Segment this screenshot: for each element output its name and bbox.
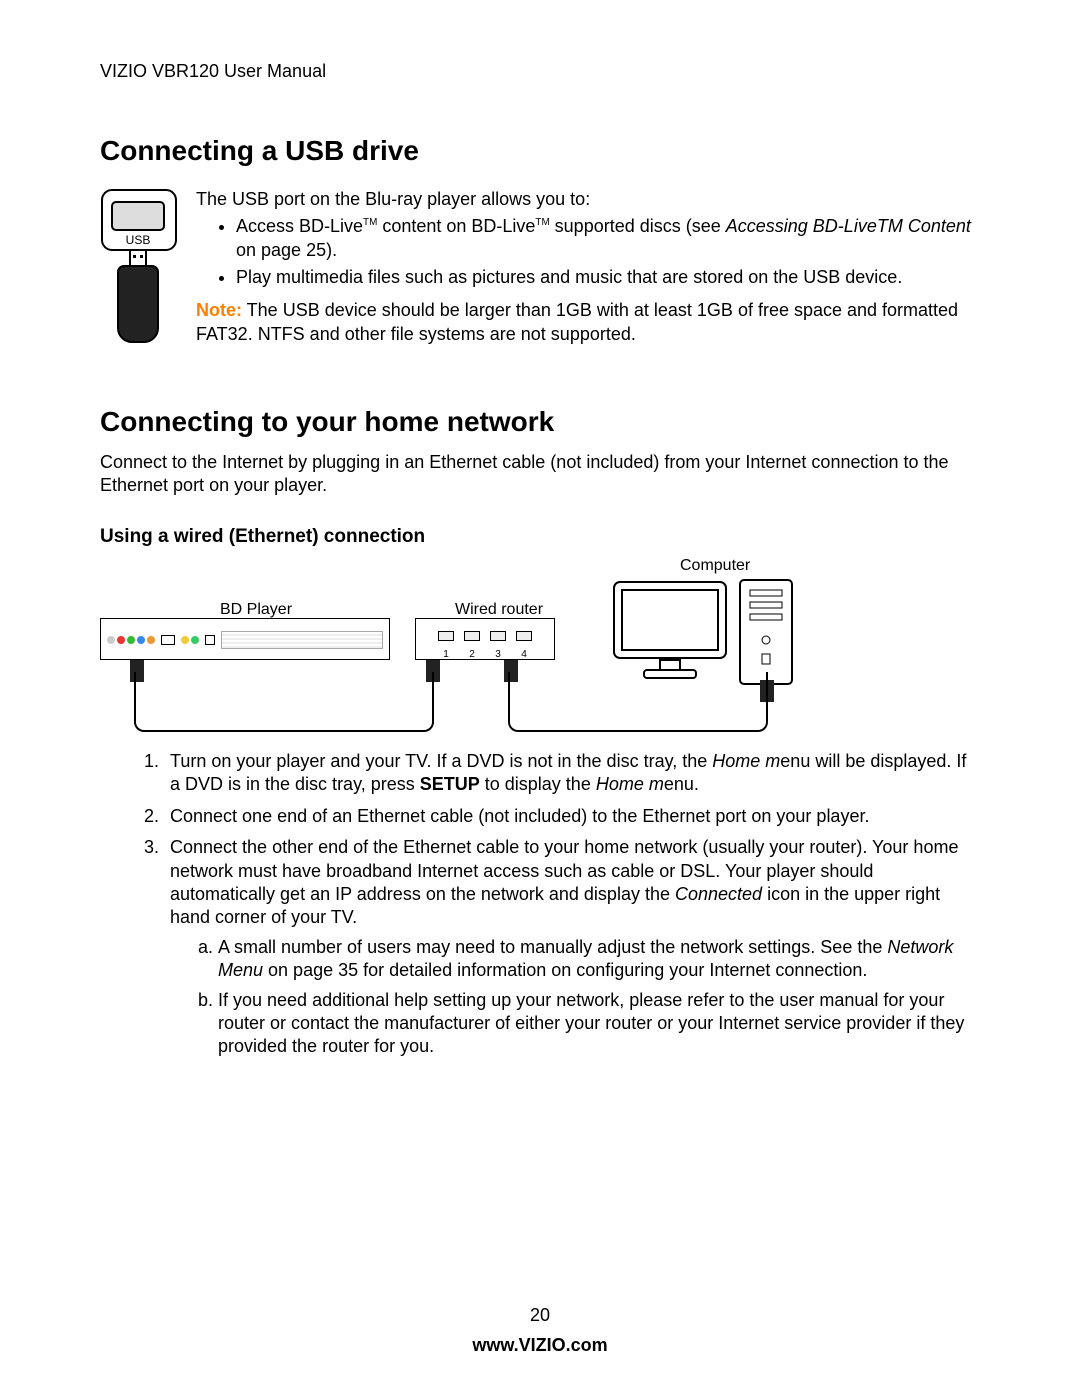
usb-note: Note: The USB device should be larger th… <box>196 299 980 346</box>
usb-port-label: USB <box>126 233 151 247</box>
cable-bd-router <box>134 672 434 732</box>
step-3a: A small number of users may need to manu… <box>218 936 980 983</box>
heading-usb: Connecting a USB drive <box>100 133 980 169</box>
usb-intro: The USB port on the Blu-ray player allow… <box>196 188 980 211</box>
usb-bullet-1: Access BD-LiveTM content on BD-LiveTM su… <box>236 215 980 262</box>
heading-network: Connecting to your home network <box>100 404 980 440</box>
subheading-wired: Using a wired (Ethernet) connection <box>100 525 980 550</box>
bd-player-icon <box>100 618 390 660</box>
network-intro: Connect to the Internet by plugging in a… <box>100 451 980 498</box>
usb-section: USB The USB port on the Blu-ray player a… <box>100 188 980 354</box>
footer-url: www.VIZIO.com <box>0 1334 1080 1357</box>
step-2: Connect one end of an Ethernet cable (no… <box>164 805 980 828</box>
router-icon: 1234 <box>415 618 555 660</box>
doc-header: VIZIO VBR120 User Manual <box>100 60 980 83</box>
label-computer: Computer <box>680 556 750 577</box>
cable-router-computer <box>508 672 768 732</box>
step-3: Connect the other end of the Ethernet ca… <box>164 836 980 1059</box>
network-diagram: Computer BD Player Wired router 1234 <box>100 560 860 732</box>
usb-drive-icon: USB <box>100 188 178 354</box>
page-number: 20 <box>0 1304 1080 1327</box>
step-1: Turn on your player and your TV. If a DV… <box>164 750 980 797</box>
step-3b: If you need additional help setting up y… <box>218 989 980 1059</box>
page-footer: 20 www.VIZIO.com <box>0 1304 1080 1357</box>
usb-bullet-2: Play multimedia files such as pictures a… <box>236 266 980 289</box>
